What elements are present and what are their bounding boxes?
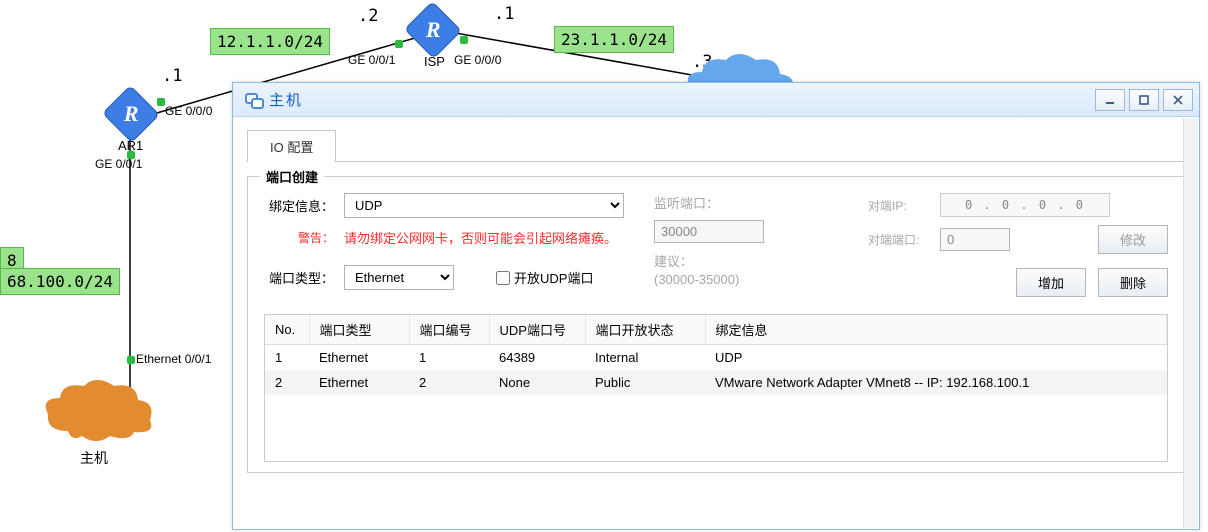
- router-isp-label: ISP: [424, 54, 445, 69]
- octet-isp-right: .1: [494, 4, 514, 24]
- col-udp: UDP端口号: [489, 315, 585, 345]
- port-ar1-ge000: GE 0/0/0: [165, 104, 212, 118]
- scrollbar[interactable]: [1183, 118, 1198, 528]
- table-row[interactable]: 2Ethernet2NonePublicVMware Network Adapt…: [265, 370, 1167, 395]
- host-cloud-icon[interactable]: [38, 376, 158, 446]
- port-type-label: 端口类型：: [264, 268, 334, 287]
- port-dot: [157, 98, 165, 106]
- add-button[interactable]: 增加: [1016, 268, 1086, 297]
- octet-isp-left: .2: [358, 6, 378, 26]
- host-cloud-label: 主机: [80, 448, 108, 468]
- cell-type: Ethernet: [309, 345, 409, 371]
- port-type-select[interactable]: Ethernet: [344, 265, 454, 290]
- open-udp-checkbox-label: 开放UDP端口: [514, 268, 593, 287]
- maximize-button[interactable]: [1129, 89, 1159, 111]
- close-button[interactable]: [1163, 89, 1193, 111]
- minimize-button[interactable]: [1095, 89, 1125, 111]
- port-dot: [127, 151, 135, 159]
- col-no: No.: [265, 315, 309, 345]
- open-udp-checkbox[interactable]: 开放UDP端口: [496, 268, 593, 287]
- titlebar[interactable]: 主机: [233, 83, 1199, 117]
- app-icon: [245, 93, 263, 107]
- port-dot: [127, 356, 135, 364]
- cell-state: Internal: [585, 345, 705, 371]
- col-bind: 绑定信息: [705, 315, 1167, 345]
- warn-text: 请勿绑定公网网卡，否则可能会引起网络瘫痪。: [344, 228, 617, 247]
- modify-button: 修改: [1098, 225, 1168, 254]
- octet-ar1: .1: [162, 66, 182, 86]
- window-title: 主机: [269, 89, 303, 110]
- port-ar1-ge001: GE 0/0/1: [95, 157, 142, 171]
- col-state: 端口开放状态: [585, 315, 705, 345]
- port-host-eth: Ethernet 0/0/1: [136, 352, 211, 366]
- port-isp-ge001: GE 0/0/1: [348, 53, 395, 67]
- port-create-group: 端口创建 绑定信息： UDP 警告： 请勿绑定公网网卡，否则可能会引起网络瘫痪。: [247, 176, 1185, 473]
- port-dot: [460, 36, 468, 44]
- cell-no: 1: [265, 345, 309, 371]
- cell-udp: None: [489, 370, 585, 395]
- peer-ip-label: 对端IP:: [868, 197, 930, 214]
- cell-no: 2: [265, 370, 309, 395]
- peer-ip-input: 0 . 0 . 0 . 0: [940, 193, 1110, 217]
- cell-bind: UDP: [705, 345, 1167, 371]
- bind-label: 绑定信息：: [264, 196, 334, 215]
- listen-port-input: [654, 220, 764, 243]
- subnet-label-lan: 68.100.0/24: [0, 268, 120, 295]
- cell-type: Ethernet: [309, 370, 409, 395]
- suggest-label: 建议：: [654, 251, 844, 270]
- cell-udp: 64389: [489, 345, 585, 371]
- suggest-range: (30000-35000): [654, 272, 844, 287]
- cell-num: 2: [409, 370, 489, 395]
- table-header-row: No. 端口类型 端口编号 UDP端口号 端口开放状态 绑定信息: [265, 315, 1167, 345]
- cell-num: 1: [409, 345, 489, 371]
- col-type: 端口类型: [309, 315, 409, 345]
- col-num: 端口编号: [409, 315, 489, 345]
- delete-button[interactable]: 删除: [1098, 268, 1168, 297]
- peer-port-input: [940, 228, 1010, 251]
- listen-port-label: 监听端口：: [654, 193, 719, 212]
- port-isp-ge000: GE 0/0/0: [454, 53, 501, 67]
- cell-bind: VMware Network Adapter VMnet8 -- IP: 192…: [705, 370, 1167, 395]
- host-dialog: 主机 IO 配置 端口创建 绑定信息： UDP: [232, 82, 1200, 530]
- tabstrip: IO 配置: [247, 129, 1185, 162]
- port-table[interactable]: No. 端口类型 端口编号 UDP端口号 端口开放状态 绑定信息 1Ethern…: [264, 314, 1168, 462]
- table-row[interactable]: 1Ethernet164389InternalUDP: [265, 345, 1167, 371]
- bind-select[interactable]: UDP: [344, 193, 624, 218]
- port-dot: [395, 40, 403, 48]
- group-title: 端口创建: [260, 167, 324, 186]
- subnet-label-left: 12.1.1.0/24: [210, 28, 330, 55]
- cell-state: Public: [585, 370, 705, 395]
- subnet-label-right: 23.1.1.0/24: [554, 26, 674, 53]
- warn-label: 警告：: [264, 229, 334, 246]
- open-udp-checkbox-input[interactable]: [496, 271, 510, 285]
- peer-port-label: 对端端口:: [868, 231, 930, 248]
- tab-io-config[interactable]: IO 配置: [247, 130, 336, 162]
